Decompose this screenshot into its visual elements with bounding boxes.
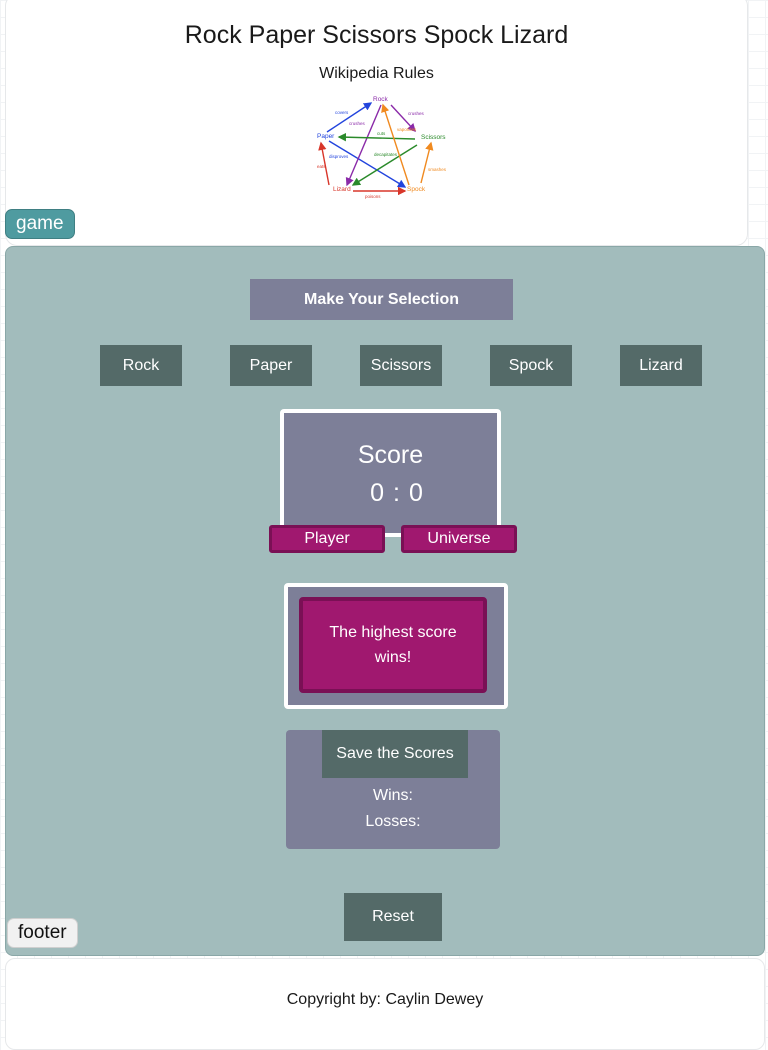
- choice-scissors-button[interactable]: Scissors: [360, 345, 442, 386]
- wins-label: Wins:: [373, 787, 413, 804]
- choice-spock-button[interactable]: Spock: [490, 345, 572, 386]
- diagram-verb: crushes: [408, 111, 425, 116]
- result-panel: The highest score wins!: [284, 583, 508, 709]
- header-card: Rock Paper Scissors Spock Lizard Wikiped…: [5, 0, 748, 246]
- player-score: 0: [370, 479, 385, 507]
- diagram-arrow: [328, 140, 407, 188]
- universe-label: Universe: [401, 525, 517, 553]
- diagram-verb: crushes: [349, 121, 366, 126]
- diagram-node: Spock: [407, 186, 426, 193]
- footer: Copyright by: Caylin Dewey: [5, 958, 765, 1050]
- diagram-node: Paper: [317, 133, 335, 140]
- player-label: Player: [269, 525, 385, 553]
- diagram-arrow: [337, 132, 416, 142]
- page-title: Rock Paper Scissors Spock Lizard: [184, 21, 569, 49]
- rules-diagram: Rock Paper Scissors Spock Lizard covers …: [317, 96, 447, 199]
- score-separator: :: [393, 479, 400, 507]
- diagram-verb: eats: [317, 164, 326, 169]
- score-panel: Score 0:0: [280, 409, 501, 537]
- diagram-arrow: [381, 103, 410, 186]
- choice-rock-button[interactable]: Rock: [100, 345, 182, 386]
- selection-header: Make Your Selection: [250, 279, 513, 320]
- diagram-verb: smashes: [428, 167, 447, 172]
- diagram-verb: covers: [335, 110, 349, 115]
- choice-lizard-button[interactable]: Lizard: [620, 345, 702, 386]
- diagram-arrow: [326, 102, 373, 133]
- score-value: 0:0: [284, 479, 497, 508]
- universe-score: 0: [408, 479, 423, 507]
- diagram-arrow: [345, 104, 382, 187]
- page-subtitle: Wikipedia Rules: [319, 65, 434, 82]
- game-area: Make Your Selection Rock Paper Scissors …: [5, 246, 765, 956]
- save-scores-button[interactable]: Save the Scores: [322, 730, 468, 778]
- reset-button[interactable]: Reset: [344, 893, 442, 941]
- result-message: The highest score wins!: [329, 624, 457, 666]
- diagram-verb: disproves: [329, 154, 349, 159]
- diagram-arrow: [420, 141, 434, 184]
- score-label: Score: [357, 441, 424, 469]
- game-section-tag: game: [5, 209, 75, 239]
- diagram-verb: decapitates: [374, 152, 398, 157]
- choice-paper-button[interactable]: Paper: [230, 345, 312, 386]
- losses-label: Losses:: [365, 813, 421, 830]
- saved-scores-panel: Save the Scores Wins: Losses:: [286, 730, 500, 849]
- diagram-verb: cuts: [377, 131, 386, 136]
- copyright-text: Copyright by: Caylin Dewey: [286, 991, 484, 1008]
- footer-section-tag: footer: [7, 918, 78, 948]
- diagram-verb: vaporizes: [397, 127, 417, 132]
- diagram-verb: poisons: [365, 194, 381, 199]
- diagram-node: Rock: [373, 96, 389, 103]
- result-message-box: The highest score wins!: [299, 597, 487, 693]
- diagram-node: Scissors: [421, 134, 446, 141]
- diagram-node: Lizard: [333, 186, 351, 193]
